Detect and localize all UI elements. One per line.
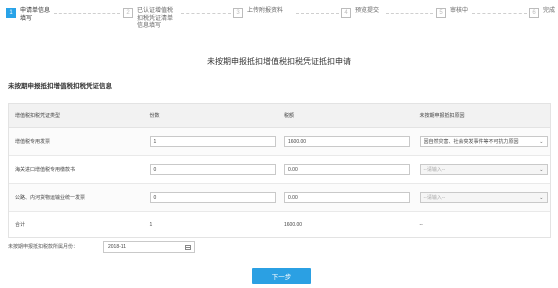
step-3-number: 3 — [233, 8, 243, 18]
table-row: 公路、内河货物运输业统一发票 0 0.00 --请输入-- ⌄ — [9, 184, 550, 212]
total-tax: 1600.00 — [284, 221, 303, 228]
count-cell: 1 — [144, 128, 279, 155]
step-3-label: 上传附报资料 — [247, 8, 284, 14]
step-1-number: 1 — [6, 8, 16, 18]
step-6-label: 完成 — [543, 8, 556, 14]
column-header-count: 份数 — [149, 113, 160, 119]
tax-input[interactable]: 1600.00 — [284, 136, 410, 147]
step-2-number: 2 — [123, 8, 133, 18]
step-connector — [181, 13, 231, 14]
chevron-down-icon: ⌄ — [539, 166, 544, 173]
step-4-number: 4 — [341, 8, 351, 18]
table-total-row: 合计 1 1600.00 -- — [9, 212, 550, 237]
reason-cell: --请输入-- ⌄ — [414, 156, 551, 183]
next-step-button[interactable]: 下一步 — [252, 268, 311, 284]
reason-select[interactable]: --请输入-- ⌄ — [419, 164, 548, 175]
count-input[interactable]: 0 — [149, 192, 276, 203]
total-reason: -- — [419, 221, 423, 228]
reason-select[interactable]: --请输入-- ⌄ — [419, 192, 548, 203]
reason-select[interactable]: 因自然灾害、社会突发事件等不可抗力原因 ⌄ — [419, 136, 548, 147]
page-title: 未按期申报抵扣增值税扣税凭证抵扣申请 — [207, 57, 351, 66]
tax-cell: 0.00 — [278, 184, 414, 211]
step-1: 1 申请单信息填写 — [6, 8, 50, 23]
total-count: 1 — [149, 221, 153, 228]
reason-cell: 因自然灾害、社会突发事件等不可抗力原因 ⌄ — [414, 128, 551, 155]
progress-steps: 1 申请单信息填写 2 已认证增值税扣税凭证清单信息填写 3 上传附报资料 4 … — [6, 8, 555, 40]
step-5-label: 审核中 — [450, 8, 469, 14]
step-6: 6 完成 — [529, 8, 558, 18]
reason-cell: --请输入-- ⌄ — [414, 184, 551, 211]
reason-select-value: --请输入-- — [423, 195, 446, 201]
step-5-number: 5 — [436, 8, 446, 18]
calendar-icon[interactable] — [185, 244, 191, 250]
deduction-table: 增值税扣税凭证类型 份数 税额 未按期申报抵扣原因 增值税专用发票 1 1600… — [8, 103, 551, 238]
table-row: 海关进口增值税专用缴款书 0 0.00 --请输入-- ⌄ — [9, 156, 550, 184]
count-cell: 0 — [144, 156, 279, 183]
period-label: 未按期申报抵扣税款所属月份： — [8, 244, 79, 250]
count-input[interactable]: 0 — [149, 164, 276, 175]
tax-input[interactable]: 0.00 — [284, 192, 410, 203]
period-row: 未按期申报抵扣税款所属月份： 2018-11 — [8, 241, 195, 253]
step-connector — [296, 13, 339, 14]
step-2-label: 已认证增值税扣税凭证清单信息填写 — [137, 8, 174, 29]
step-connector — [386, 13, 433, 14]
chevron-down-icon: ⌄ — [539, 194, 544, 201]
tax-input[interactable]: 0.00 — [284, 164, 410, 175]
column-header-reason: 未按期申报抵扣原因 — [419, 113, 465, 119]
reason-select-value: --请输入-- — [423, 167, 446, 173]
period-date-input[interactable]: 2018-11 — [103, 241, 195, 253]
reason-select-value: 因自然灾害、社会突发事件等不可抗力原因 — [423, 139, 519, 145]
step-1-label: 申请单信息填写 — [20, 8, 51, 22]
step-connector — [472, 13, 527, 14]
column-header-tax: 税额 — [284, 113, 295, 119]
step-4-label: 预览提交 — [355, 8, 380, 14]
tax-cell: 1600.00 — [278, 128, 414, 155]
chevron-down-icon: ⌄ — [539, 138, 544, 145]
count-input[interactable]: 1 — [149, 136, 276, 147]
total-label: 合计 — [15, 222, 26, 228]
table-row: 增值税专用发票 1 1600.00 因自然灾害、社会突发事件等不可抗力原因 ⌄ — [9, 128, 550, 156]
column-header-type: 增值税扣税凭证类型 — [15, 113, 61, 119]
tax-cell: 0.00 — [278, 156, 414, 183]
section-title: 未按期申报抵扣增值税扣税凭证信息 — [8, 83, 112, 90]
row-type: 海关进口增值税专用缴款书 — [15, 167, 76, 173]
row-type: 公路、内河货物运输业统一发票 — [15, 195, 86, 201]
table-header: 增值税扣税凭证类型 份数 税额 未按期申报抵扣原因 — [9, 104, 550, 128]
period-date-value: 2018-11 — [108, 244, 126, 250]
step-2: 2 已认证增值税扣税凭证清单信息填写 — [123, 8, 177, 31]
step-connector — [54, 13, 120, 14]
count-cell: 0 — [144, 184, 279, 211]
step-6-number: 6 — [529, 8, 539, 18]
row-type: 增值税专用发票 — [15, 139, 51, 145]
